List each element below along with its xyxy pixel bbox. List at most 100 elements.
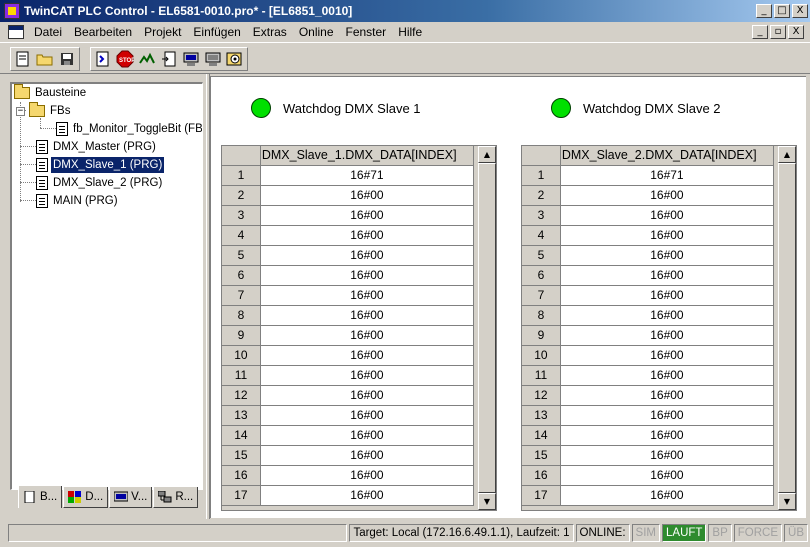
logout-icon[interactable] — [202, 49, 224, 69]
scroll-up-icon[interactable]: ▲ — [478, 146, 496, 163]
value-cell[interactable]: 16#00 — [260, 346, 474, 366]
tree-item-main[interactable]: MAIN (PRG) — [36, 192, 120, 210]
tree-item-dmx-slave-1[interactable]: DMX_Slave_1 (PRG) — [36, 156, 165, 174]
value-cell[interactable]: 16#00 — [260, 326, 474, 346]
menu-projekt[interactable]: Projekt — [138, 23, 187, 41]
pou-tree[interactable]: Bausteine − FBs fb_Monitor_ToggleBit (FB… — [10, 82, 203, 490]
value-cell[interactable]: 16#00 — [560, 486, 774, 506]
tree-item-dmx-master[interactable]: DMX_Master (PRG) — [36, 138, 158, 156]
value-cell[interactable]: 16#00 — [260, 466, 474, 486]
run-icon[interactable] — [136, 49, 158, 69]
step-icon[interactable] — [158, 49, 180, 69]
scroll-down-icon[interactable]: ▼ — [478, 493, 496, 510]
status-message-pane — [8, 524, 348, 542]
value-cell[interactable]: 16#00 — [560, 466, 774, 486]
menu-einfuegen[interactable]: Einfügen — [187, 23, 246, 41]
stop-icon[interactable]: STOP — [114, 49, 136, 69]
organizer-tabs: B... D... V... R... — [18, 486, 199, 509]
value-cell[interactable]: 16#00 — [560, 406, 774, 426]
value-cell[interactable]: 16#00 — [260, 226, 474, 246]
tree-item-fb-monitor[interactable]: fb_Monitor_ToggleBit (FB) — [56, 120, 202, 138]
compile-icon[interactable] — [92, 49, 114, 69]
tab-datentypen[interactable]: D... — [63, 487, 109, 508]
value-cell[interactable]: 16#00 — [260, 206, 474, 226]
table-header-row: DMX_Slave_2.DMX_DATA[INDEX] — [522, 146, 774, 166]
table-row: 6 16#00 — [222, 266, 474, 286]
mdi-restore-button[interactable]: ▫ — [770, 25, 786, 39]
tab-bausteine[interactable]: B... — [18, 486, 63, 508]
mdi-minimize-button[interactable]: _ — [752, 25, 768, 39]
value-cell[interactable]: 16#00 — [260, 306, 474, 326]
watch-icon[interactable] — [224, 49, 246, 69]
table-row: 7 16#00 — [222, 286, 474, 306]
value-cell[interactable]: 16#00 — [560, 346, 774, 366]
value-cell[interactable]: 16#00 — [260, 486, 474, 506]
document-window-icon[interactable] — [8, 25, 24, 39]
maximize-button[interactable]: □ — [774, 4, 790, 18]
value-cell[interactable]: 16#00 — [260, 386, 474, 406]
value-cell[interactable]: 16#00 — [260, 186, 474, 206]
collapse-icon[interactable]: − — [16, 106, 25, 116]
mdi-close-button[interactable]: X — [788, 25, 804, 39]
value-cell[interactable]: 16#71 — [560, 166, 774, 186]
table-row: 13 16#00 — [522, 406, 774, 426]
value-cell[interactable]: 16#00 — [560, 426, 774, 446]
table-row: 11 16#00 — [522, 366, 774, 386]
tab-label: D... — [85, 491, 104, 503]
minimize-button[interactable]: _ — [756, 4, 772, 18]
resources-icon — [158, 491, 172, 503]
scroll-thumb[interactable] — [478, 163, 496, 493]
tab-ressourcen[interactable]: R... — [153, 487, 199, 508]
dmx-table-slave-2[interactable]: DMX_Slave_2.DMX_DATA[INDEX] 1 16#71 2 16#00… — [521, 145, 797, 511]
index-cell: 15 — [222, 446, 261, 466]
value-cell[interactable]: 16#00 — [560, 186, 774, 206]
menu-datei[interactable]: Datei — [28, 23, 68, 41]
value-cell[interactable]: 16#00 — [260, 406, 474, 426]
tab-label: V... — [131, 491, 148, 503]
index-cell: 17 — [222, 486, 261, 506]
value-cell[interactable]: 16#00 — [260, 266, 474, 286]
value-cell[interactable]: 16#00 — [560, 306, 774, 326]
scroll-thumb[interactable] — [778, 163, 796, 493]
tab-visualisierungen[interactable]: V... — [109, 487, 153, 508]
new-icon[interactable] — [12, 49, 34, 69]
value-cell[interactable]: 16#00 — [560, 206, 774, 226]
table-scrollbar[interactable]: ▲ ▼ — [778, 146, 796, 510]
menu-online[interactable]: Online — [293, 23, 340, 41]
tree-item-dmx-slave-2[interactable]: DMX_Slave_2 (PRG) — [36, 174, 164, 192]
value-cell[interactable]: 16#00 — [260, 446, 474, 466]
dmx-table-slave-1[interactable]: DMX_Slave_1.DMX_DATA[INDEX] 1 16#71 2 16#00… — [221, 145, 497, 511]
value-cell[interactable]: 16#00 — [560, 326, 774, 346]
value-cell[interactable]: 16#00 — [560, 386, 774, 406]
scroll-down-icon[interactable]: ▼ — [778, 493, 796, 510]
menu-fenster[interactable]: Fenster — [340, 23, 393, 41]
value-cell[interactable]: 16#00 — [560, 226, 774, 246]
table-row: 14 16#00 — [222, 426, 474, 446]
scroll-up-icon[interactable]: ▲ — [778, 146, 796, 163]
tree-label: FBs — [50, 105, 71, 117]
watchdog-slave-2: Watchdog DMX Slave 2 — [551, 98, 721, 118]
tree-root-bausteine[interactable]: Bausteine — [14, 84, 88, 102]
value-cell[interactable]: 16#00 — [560, 366, 774, 386]
close-button[interactable]: X — [792, 4, 808, 18]
menu-bearbeiten[interactable]: Bearbeiten — [68, 23, 138, 41]
table-scrollbar[interactable]: ▲ ▼ — [478, 146, 496, 510]
value-cell[interactable]: 16#00 — [260, 246, 474, 266]
value-cell[interactable]: 16#00 — [260, 286, 474, 306]
login-icon[interactable] — [180, 49, 202, 69]
twincat-app-icon[interactable] — [4, 3, 20, 19]
save-icon[interactable] — [56, 49, 78, 69]
index-cell: 13 — [222, 406, 261, 426]
value-cell[interactable]: 16#00 — [560, 246, 774, 266]
value-cell[interactable]: 16#00 — [560, 446, 774, 466]
open-icon[interactable] — [34, 49, 56, 69]
value-cell[interactable]: 16#71 — [260, 166, 474, 186]
tree-folder-fbs[interactable]: − FBs — [16, 102, 72, 120]
value-cell[interactable]: 16#00 — [260, 426, 474, 446]
value-cell[interactable]: 16#00 — [260, 366, 474, 386]
table-row: 8 16#00 — [522, 306, 774, 326]
value-cell[interactable]: 16#00 — [560, 266, 774, 286]
menu-hilfe[interactable]: Hilfe — [392, 23, 428, 41]
menu-extras[interactable]: Extras — [247, 23, 293, 41]
value-cell[interactable]: 16#00 — [560, 286, 774, 306]
